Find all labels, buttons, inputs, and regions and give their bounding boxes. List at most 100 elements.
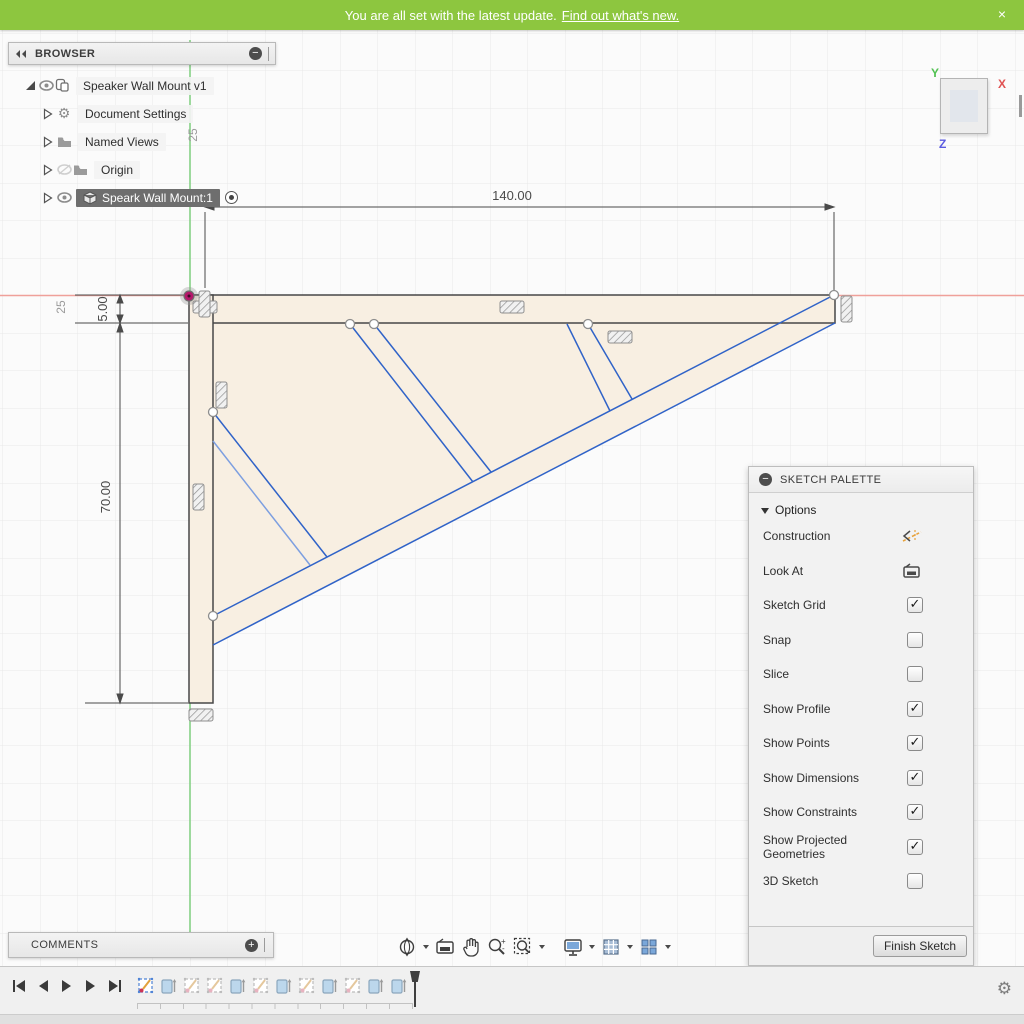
look-at-icon[interactable] <box>434 936 456 958</box>
show-constraints-checkbox[interactable] <box>907 804 923 820</box>
timeline-item-sketch[interactable] <box>137 975 155 997</box>
dimension-height-label[interactable]: 70.00 <box>98 481 113 514</box>
collapsed-arrow-icon[interactable] <box>40 106 56 122</box>
visibility-eye-icon[interactable] <box>38 78 54 94</box>
browser-item-label[interactable]: Document Settings <box>78 105 193 123</box>
browser-display-toggle-icon[interactable]: − <box>249 47 262 60</box>
orbit-dropdown-icon[interactable] <box>423 945 429 949</box>
timeline-item-sketch[interactable] <box>206 975 224 997</box>
slice-checkbox[interactable] <box>907 666 923 682</box>
palette-row-label: Show Dimensions <box>763 771 907 785</box>
timeline-item-extrude[interactable] <box>367 975 385 997</box>
browser-title: BROWSER <box>35 48 95 60</box>
timeline-item-sketch[interactable] <box>344 975 362 997</box>
browser-item-label[interactable]: Origin <box>94 161 140 179</box>
snap-checkbox[interactable] <box>907 632 923 648</box>
timeline-playhead[interactable] <box>409 971 421 1009</box>
sketch-palette-panel: − SKETCH PALETTE Options ConstructionLoo… <box>748 466 974 966</box>
browser-item-label[interactable]: Speaker Wall Mount v1 <box>76 77 214 95</box>
timeline-item-sketch[interactable] <box>183 975 201 997</box>
palette-row-label: Look At <box>763 564 901 578</box>
timeline-item-extrude[interactable] <box>390 975 408 997</box>
palette-collapse-icon[interactable]: − <box>759 473 772 486</box>
finish-sketch-button[interactable]: Finish Sketch <box>873 935 967 957</box>
timeline-item-extrude[interactable] <box>229 975 247 997</box>
origin-point[interactable] <box>180 287 198 305</box>
constraint-icon <box>608 331 632 343</box>
grid-settings-dropdown-icon[interactable] <box>627 945 633 949</box>
timeline-item-sketch[interactable] <box>252 975 270 997</box>
palette-row-label: Show Projected Geometries <box>763 833 907 861</box>
activate-component-radio[interactable] <box>225 191 238 204</box>
timeline-go-to-end-button[interactable] <box>106 977 124 995</box>
grid-settings-icon[interactable] <box>600 936 622 958</box>
browser-item-named-views[interactable]: Named Views <box>40 131 166 152</box>
pan-icon[interactable] <box>460 936 482 958</box>
show-profile-checkbox[interactable] <box>907 701 923 717</box>
viewcube[interactable]: TOP Y X Z <box>938 76 990 136</box>
fit-dropdown-icon[interactable] <box>539 945 545 949</box>
timeline-item-extrude[interactable] <box>275 975 293 997</box>
body-cube-icon <box>83 191 97 205</box>
construction-icon[interactable] <box>901 527 923 545</box>
panel-grip[interactable] <box>264 938 265 952</box>
banner-close-icon[interactable]: × <box>998 6 1006 22</box>
palette-row-show-profile: Show Profile <box>749 692 973 727</box>
visibility-off-eye-icon[interactable] <box>56 162 72 178</box>
timeline-step-back-button[interactable] <box>34 977 52 995</box>
collapsed-arrow-icon[interactable] <box>40 162 56 178</box>
display-settings-icon[interactable] <box>562 936 584 958</box>
orbit-icon[interactable] <box>396 936 418 958</box>
collapsed-arrow-icon[interactable] <box>40 190 56 206</box>
timeline-step-forward-button[interactable] <box>82 977 100 995</box>
constraint-icon <box>216 382 227 408</box>
palette-row-label: Snap <box>763 633 907 647</box>
timeline-item-extrude[interactable] <box>160 975 178 997</box>
scrollbar-nub[interactable] <box>1019 95 1022 117</box>
expanded-arrow-icon[interactable] <box>22 78 38 94</box>
comments-panel-header[interactable]: COMMENTS + <box>8 932 274 958</box>
palette-row-show-projected-geometries: Show Projected Geometries <box>749 830 973 865</box>
viewports-dropdown-icon[interactable] <box>665 945 671 949</box>
browser-item-document-settings[interactable]: ⚙ Document Settings <box>40 103 193 124</box>
constraint-icon <box>193 484 204 510</box>
viewports-icon[interactable] <box>638 936 660 958</box>
visibility-eye-icon[interactable] <box>56 190 72 206</box>
collapsed-arrow-icon[interactable] <box>40 134 56 150</box>
viewcube-top-face[interactable]: TOP <box>940 78 988 134</box>
viewcube-axis-z: Z <box>939 137 946 151</box>
palette-row-show-points: Show Points <box>749 726 973 761</box>
show-projected-geometries-checkbox[interactable] <box>907 839 923 855</box>
sketch-point <box>346 320 355 329</box>
section-expand-icon[interactable] <box>761 508 769 514</box>
browser-item-origin[interactable]: Origin <box>40 159 140 180</box>
dimension-width-label[interactable]: 140.00 <box>492 188 532 203</box>
display-settings-dropdown-icon[interactable] <box>589 945 595 949</box>
lookat-icon[interactable] <box>901 562 923 580</box>
show-dimensions-checkbox[interactable] <box>907 770 923 786</box>
3d-sketch-checkbox[interactable] <box>907 873 923 889</box>
browser-item-root[interactable]: Speaker Wall Mount v1 <box>22 75 214 96</box>
fit-icon[interactable] <box>512 936 534 958</box>
timeline-go-to-start-button[interactable] <box>10 977 28 995</box>
zoom-icon[interactable]: +- <box>486 936 508 958</box>
comments-expand-icon[interactable]: + <box>245 939 258 952</box>
timeline-item-sketch[interactable] <box>298 975 316 997</box>
sketch-grid-checkbox[interactable] <box>907 597 923 613</box>
whats-new-link[interactable]: Find out what's new. <box>562 8 679 23</box>
browser-item-body[interactable]: Speark Wall Mount:1 <box>40 187 238 208</box>
timeline-play-button[interactable] <box>58 977 76 995</box>
dimension-thickness-label[interactable]: 5.00 <box>95 296 110 321</box>
options-section-header[interactable]: Options <box>749 493 973 519</box>
navigation-toolbar: +- <box>396 934 672 960</box>
timeline-item-extrude[interactable] <box>321 975 339 997</box>
constraint-icon <box>199 291 210 317</box>
timeline-settings-gear-icon[interactable]: ⚙ <box>997 979 1012 999</box>
panel-grip[interactable] <box>268 47 269 61</box>
collapse-panel-icon[interactable] <box>15 49 27 59</box>
browser-panel-header[interactable]: BROWSER − <box>8 42 276 65</box>
browser-item-label[interactable]: Named Views <box>78 133 166 151</box>
browser-item-label-selected[interactable]: Speark Wall Mount:1 <box>76 189 220 207</box>
sketch-palette-header[interactable]: − SKETCH PALETTE <box>749 467 973 493</box>
show-points-checkbox[interactable] <box>907 735 923 751</box>
